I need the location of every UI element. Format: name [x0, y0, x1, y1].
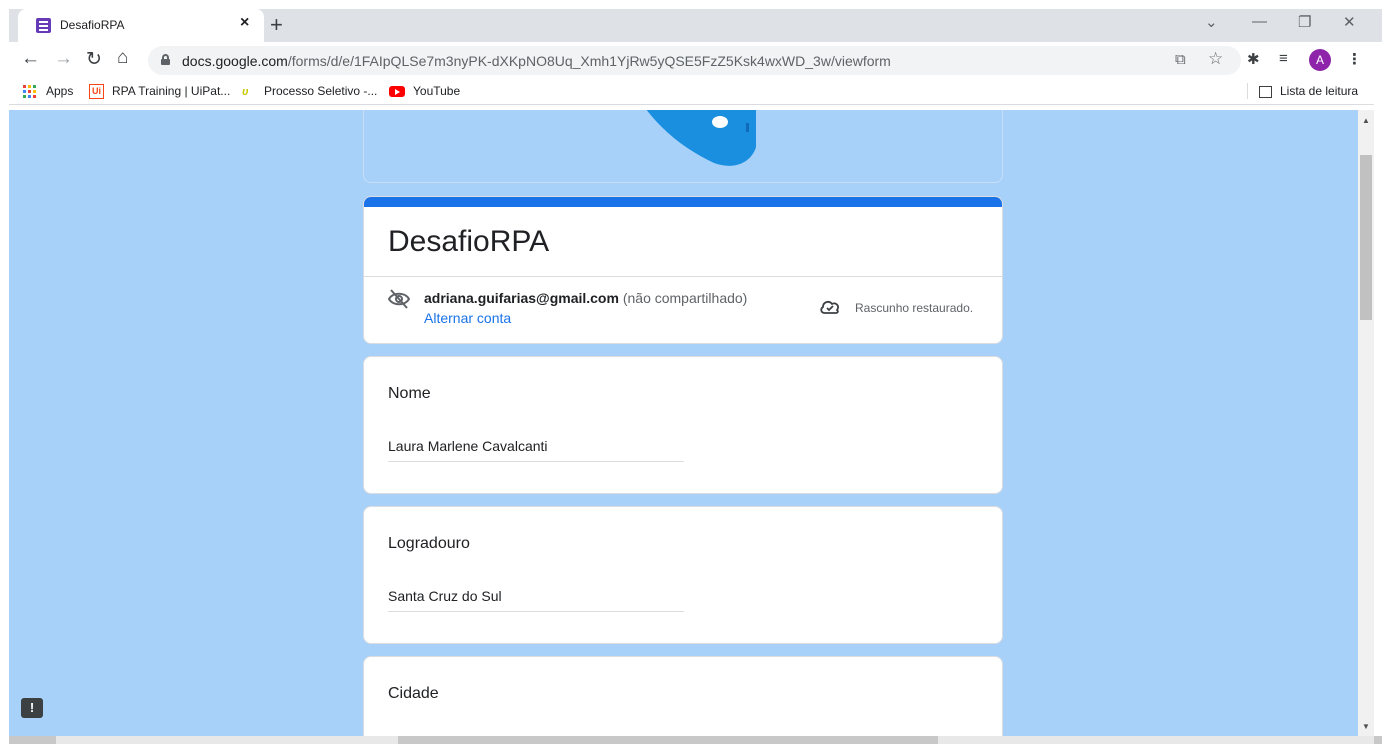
form-title: DesafioRPA: [388, 225, 550, 258]
hidden-icon: [387, 289, 411, 314]
window-edge: [0, 0, 9, 744]
star-icon[interactable]: ☆: [1208, 49, 1223, 69]
reading-list-icon: [1259, 85, 1272, 98]
theme-bar: [364, 197, 1002, 207]
form-title-card: DesafioRPA adriana.guifarias@gmail.com (…: [363, 196, 1003, 344]
bookmark-separator: [1247, 83, 1248, 99]
tab-search-icon[interactable]: ⌄: [1205, 13, 1218, 31]
toolbar: ← → ↻ ⌂ docs.google.com/forms/d/e/1FAIpQ…: [9, 42, 1382, 78]
question-card-logradouro: Logradouro Santa Cruz do Sul: [363, 506, 1003, 644]
header-image: [363, 110, 1003, 183]
scroll-thumb[interactable]: [1360, 155, 1372, 320]
logradouro-input[interactable]: Santa Cruz do Sul: [388, 588, 684, 612]
close-window-icon[interactable]: ✕: [1343, 13, 1356, 31]
reading-list-button[interactable]: Lista de leitura: [1259, 84, 1358, 98]
address-bar[interactable]: docs.google.com/forms/d/e/1FAIpQLSe7m3ny…: [148, 46, 1241, 75]
processo-seletivo-icon: υ: [242, 85, 249, 98]
nome-input[interactable]: Laura Marlene Cavalcanti: [388, 438, 684, 462]
window-edge-right: [1374, 42, 1382, 744]
draft-status: Rascunho restaurado.: [855, 301, 974, 315]
bookmark-rpa-training[interactable]: Ui RPA Training | UiPat...: [89, 84, 230, 100]
uipath-icon: Ui: [89, 84, 104, 100]
url-text[interactable]: docs.google.com/forms/d/e/1FAIpQLSe7m3ny…: [182, 53, 891, 69]
tab-title: DesafioRPA: [60, 18, 125, 32]
reload-icon[interactable]: ↻: [86, 48, 102, 71]
question-label: Cidade: [388, 685, 439, 702]
bookmark-youtube[interactable]: YouTube: [389, 84, 460, 98]
account-email: adriana.guifarias@gmail.com (não compart…: [424, 290, 748, 306]
share-icon[interactable]: ⧉: [1175, 51, 1186, 68]
bookmarks-bar: Apps Ui RPA Training | UiPat... υ Processo…: [9, 78, 1382, 105]
forward-icon[interactable]: →: [54, 48, 73, 70]
apps-icon: [23, 85, 36, 99]
feedback-icon[interactable]: !: [21, 698, 43, 718]
divider: [364, 276, 1002, 277]
tab-strip: DesafioRPA × + ⌄ — ❐ ✕: [9, 9, 1382, 42]
taskbar-item: [938, 736, 1374, 744]
question-card-cidade: Cidade: [363, 656, 1003, 736]
tab-desafiorpa[interactable]: DesafioRPA ×: [18, 9, 264, 42]
minimize-icon[interactable]: —: [1252, 13, 1267, 30]
new-tab-button[interactable]: +: [270, 12, 283, 38]
home-icon[interactable]: ⌂: [117, 47, 128, 69]
question-label: Logradouro: [388, 535, 470, 552]
question-card-nome: Nome Laura Marlene Cavalcanti: [363, 356, 1003, 494]
bookmark-apps[interactable]: Apps: [23, 84, 73, 99]
forms-favicon-icon: [36, 18, 51, 33]
extensions-icon[interactable]: ✱: [1247, 50, 1260, 68]
profile-avatar[interactable]: A: [1309, 49, 1331, 71]
taskbar-item: [56, 736, 398, 744]
restore-icon[interactable]: ❐: [1298, 13, 1311, 31]
menu-icon[interactable]: ⋮: [1347, 50, 1362, 68]
form-page: DesafioRPA adriana.guifarias@gmail.com (…: [9, 110, 1358, 736]
scroll-up-icon[interactable]: ▲: [1362, 116, 1370, 125]
media-icon[interactable]: ≡: [1279, 50, 1288, 67]
back-icon[interactable]: ←: [21, 48, 40, 70]
question-label: Nome: [388, 385, 431, 402]
lock-icon[interactable]: [161, 54, 170, 65]
scrollbar[interactable]: ▲ ▼: [1358, 110, 1374, 736]
bookmark-processo-seletivo[interactable]: υ Processo Seletivo -...: [242, 84, 377, 98]
browser-window: DesafioRPA × + ⌄ — ❐ ✕ ← → ↻ ⌂ docs.goog…: [0, 0, 1382, 744]
header-illustration: [646, 110, 756, 166]
tab-close-icon[interactable]: ×: [240, 14, 249, 32]
switch-account-link[interactable]: Alternar conta: [424, 310, 511, 326]
youtube-icon: [389, 86, 405, 98]
scroll-down-icon[interactable]: ▼: [1362, 722, 1370, 731]
cloud-icon: [819, 299, 841, 320]
